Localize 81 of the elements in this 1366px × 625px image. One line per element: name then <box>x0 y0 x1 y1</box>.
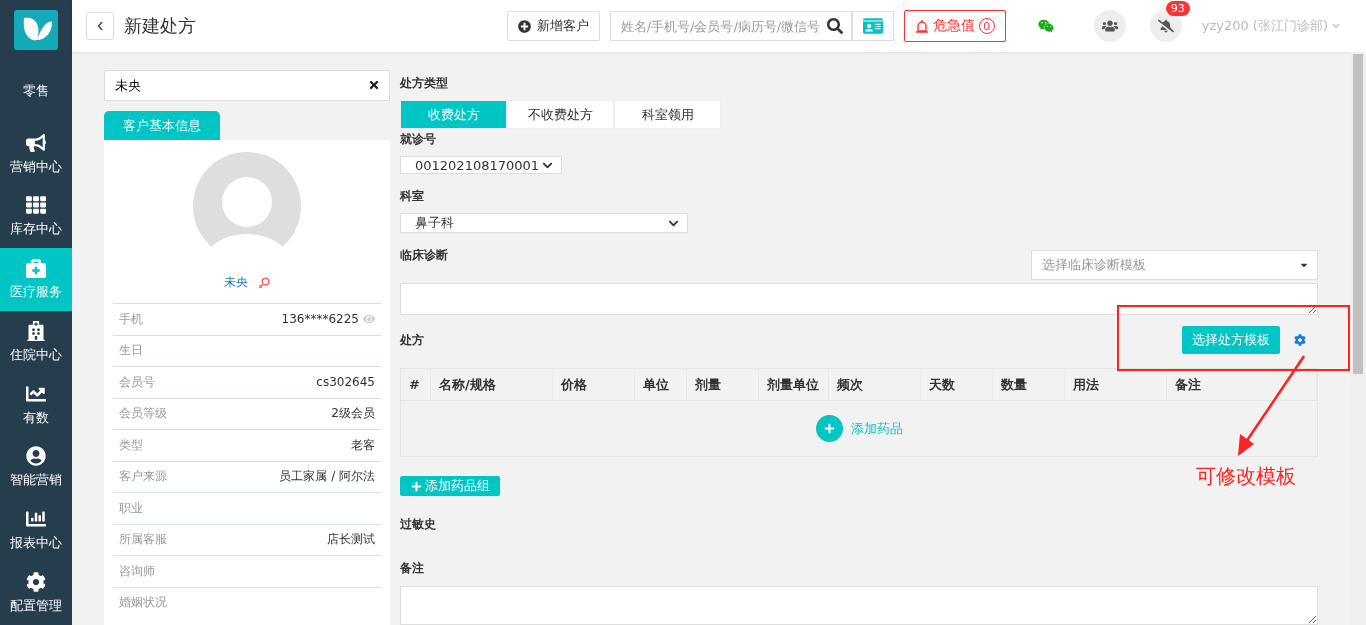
settings-icon[interactable] <box>1294 334 1306 347</box>
megaphone-icon <box>26 132 46 153</box>
info-label: 类型 <box>119 436 143 454</box>
eye-icon[interactable] <box>363 313 375 326</box>
info-label: 客户来源 <box>119 468 167 486</box>
column-header: 价格 <box>553 369 635 401</box>
medical-kit-icon <box>26 258 46 279</box>
info-value: 老客 <box>351 436 375 454</box>
field-label: 过敏史 <box>400 516 437 534</box>
column-header: 天数 <box>921 369 993 401</box>
plus-icon <box>410 480 422 492</box>
page-title: 新建处方 <box>124 14 196 38</box>
column-header: 频次 <box>829 369 921 401</box>
bell-slash-icon <box>1157 18 1174 34</box>
info-label: 婚姻状况 <box>119 594 167 612</box>
remark-input[interactable] <box>400 586 1318 625</box>
notification-badge: 93 <box>1165 1 1190 16</box>
close-icon[interactable] <box>368 79 380 91</box>
info-label: 职业 <box>119 499 143 517</box>
customer-search-field[interactable]: 未央 <box>104 70 390 101</box>
info-value: 店长测试 <box>327 531 375 549</box>
column-header: 备注 <box>1167 369 1317 401</box>
customer-name: 未央 <box>224 274 248 291</box>
sidebar-item[interactable]: 智能营销 <box>0 436 72 500</box>
field-label: 临床诊断 <box>400 247 448 265</box>
department-select[interactable]: 鼻子科 <box>400 213 688 234</box>
column-header: 剂量 <box>687 369 759 401</box>
column-header: 用法 <box>1065 369 1167 401</box>
plus-icon <box>823 423 835 435</box>
butterfly-logo <box>14 9 58 50</box>
info-value: 2级会员 <box>331 405 375 423</box>
wechat-icon <box>1037 18 1054 34</box>
field-label: 备注 <box>400 560 425 578</box>
chevron-left-icon <box>95 21 105 31</box>
back-button[interactable] <box>86 12 114 40</box>
column-header: # <box>401 369 431 401</box>
info-label: 手机 <box>119 310 143 328</box>
sidebar-item[interactable]: 报表中心 <box>0 499 72 563</box>
sidebar-item[interactable]: 有数 <box>0 373 72 437</box>
new-customer-button[interactable]: 新增客户 <box>506 11 600 41</box>
settings-icon <box>26 572 46 593</box>
type-tab[interactable]: 科室领用 <box>614 100 721 129</box>
annotation-text: 可修改模板 <box>1196 463 1296 490</box>
id-card-button[interactable] <box>851 11 894 41</box>
diagnosis-input[interactable] <box>400 283 1318 316</box>
field-label: 处方 <box>400 331 424 349</box>
search-icon <box>826 18 843 34</box>
sidebar-item[interactable]: 住院中心 <box>0 311 72 374</box>
sidebar-item[interactable]: 库存中心 <box>0 185 72 249</box>
info-value: cs302645 <box>316 375 375 390</box>
column-header: 单位 <box>635 369 687 401</box>
id-card-icon <box>862 16 883 36</box>
group-button[interactable] <box>1093 10 1126 42</box>
visit-number-select[interactable]: 001202108170001 <box>400 156 562 175</box>
sidebar-item[interactable]: 零售 <box>0 59 72 123</box>
search-field[interactable]: 姓名/手机号/会员号/病历号/微信号 <box>609 11 852 41</box>
column-header: 数量 <box>993 369 1065 401</box>
sidebar-item[interactable]: 营销中心 <box>0 122 72 186</box>
grid-icon <box>26 195 46 216</box>
field-label: 就诊号 <box>400 131 437 148</box>
type-tab[interactable]: 不收费处方 <box>507 100 614 129</box>
column-header: 名称/规格 <box>431 369 553 401</box>
critical-value-button[interactable]: 危急值 0 <box>903 10 1006 42</box>
notification-button[interactable] <box>1149 10 1182 42</box>
building-icon <box>26 320 46 341</box>
info-value: 员工家属 / 阿尔法 <box>279 468 375 486</box>
female-icon <box>258 276 270 289</box>
field-label: 处方类型 <box>400 75 449 92</box>
info-label: 所属客服 <box>119 531 167 549</box>
info-label: 生日 <box>119 342 143 360</box>
bar-chart-icon <box>26 509 46 530</box>
sidebar-item[interactable]: 配置管理 <box>0 562 72 625</box>
info-value: 136****6225 <box>281 312 359 327</box>
column-header: 剂量单位 <box>759 369 829 401</box>
info-label: 会员号 <box>119 373 155 391</box>
chevron-down-icon <box>1332 22 1340 30</box>
info-label: 咨询师 <box>119 562 155 580</box>
field-label: 科室 <box>400 188 425 206</box>
people-icon <box>1101 18 1118 34</box>
info-label: 会员等级 <box>119 405 167 423</box>
siren-icon <box>914 19 929 33</box>
